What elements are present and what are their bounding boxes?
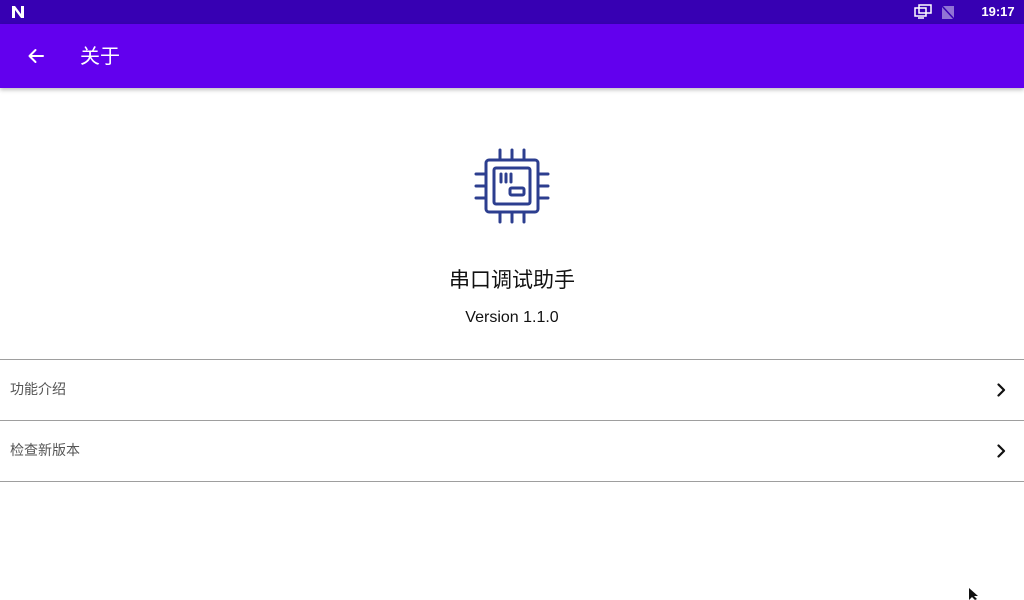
screen-cast-icon [914,4,932,19]
app-name: 串口调试助手 [449,268,575,292]
back-button[interactable] [16,36,56,76]
menu-item-features[interactable]: 功能介绍 [0,360,1024,421]
page-title: 关于 [80,44,120,68]
chevron-right-icon [997,444,1006,458]
n-logo-icon [12,6,24,18]
app-bar: 关于 [0,24,1024,88]
menu-item-check-update[interactable]: 检查新版本 [0,421,1024,482]
app-version: Version 1.1.0 [465,309,559,326]
mouse-cursor-icon [969,588,978,600]
status-time: 19:17 [981,4,1015,19]
about-menu: 功能介绍 检查新版本 [0,359,1024,482]
chip-icon [474,148,550,224]
menu-item-label: 功能介绍 [10,382,66,398]
no-signal-icon [941,5,955,20]
app-logo [472,146,552,226]
arrow-left-icon [28,49,44,63]
menu-item-label: 检查新版本 [10,443,80,459]
chevron-right-icon [997,383,1006,397]
status-bar: 19:17 [0,0,1024,24]
